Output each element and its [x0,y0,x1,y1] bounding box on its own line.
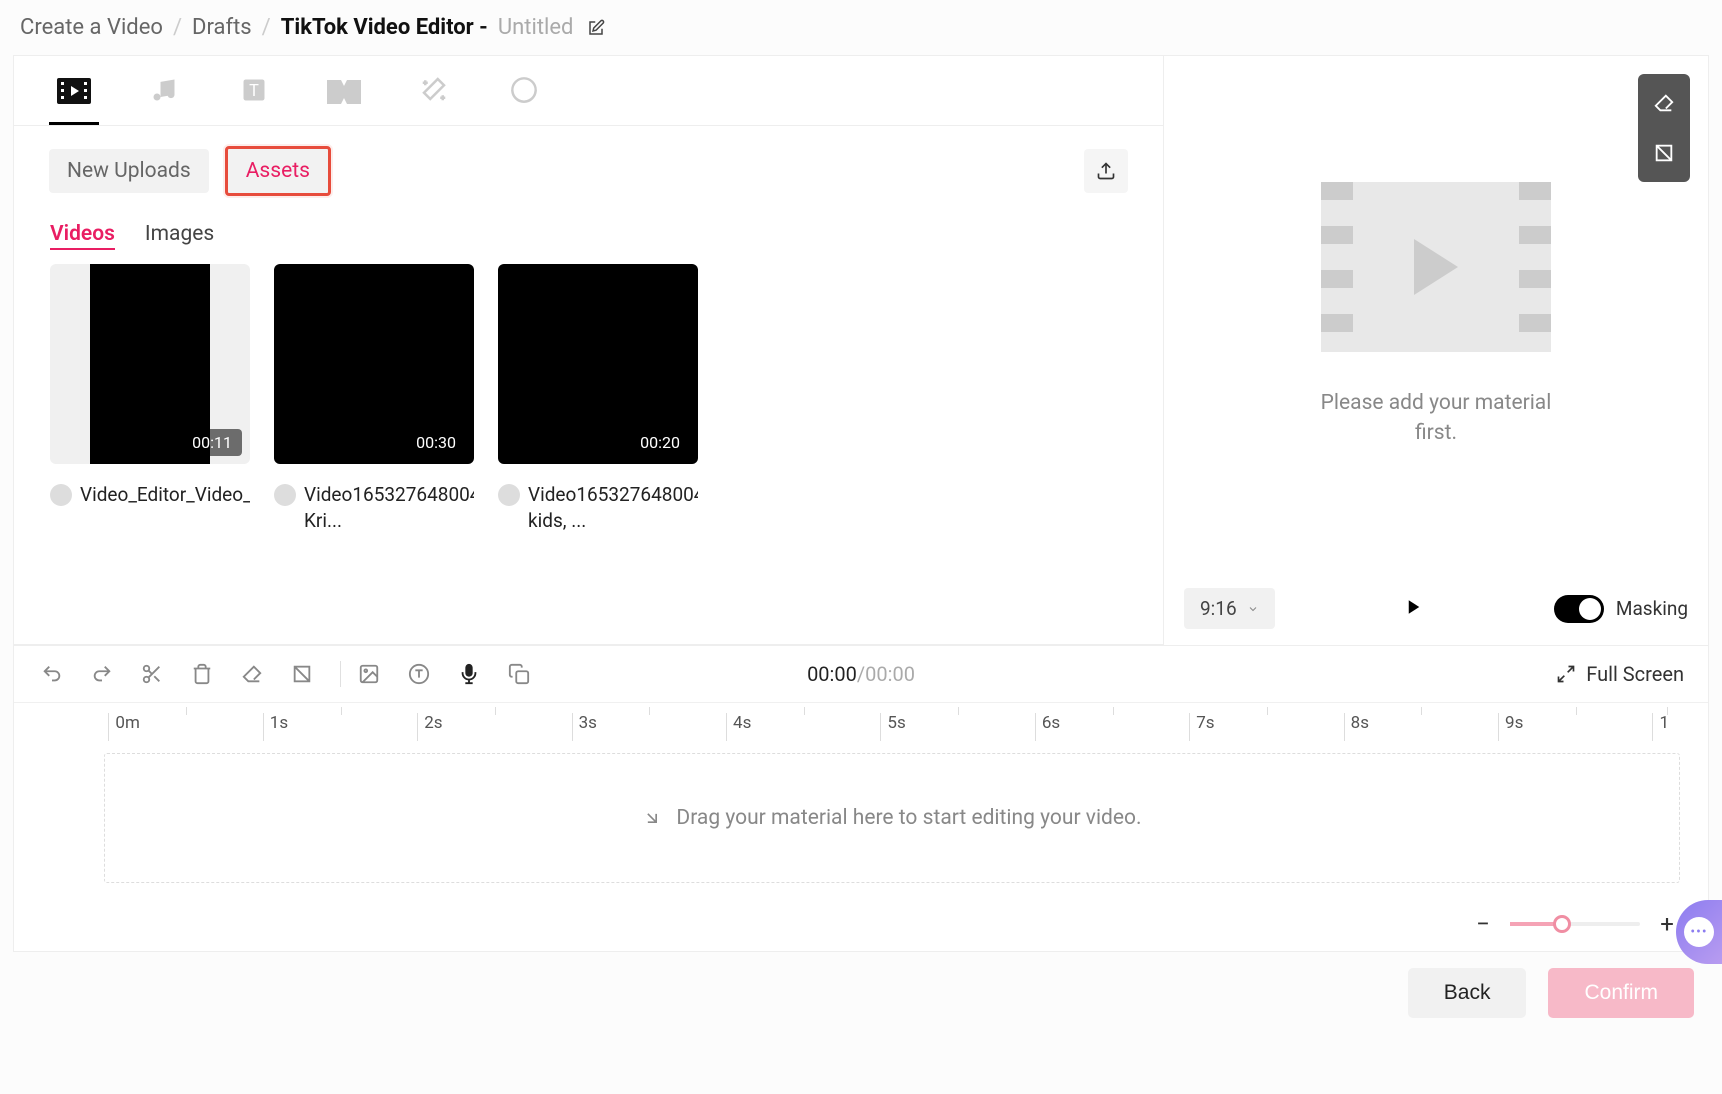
masking-label: Masking [1616,597,1688,620]
text-tool-button[interactable] [405,660,433,688]
breadcrumb-title: Untitled [498,15,574,40]
video-card[interactable]: 00:20 Video16532764800443_Happy, kids, .… [498,264,698,533]
play-icon [1414,239,1458,295]
video-name: Video_Editor_Video_47091_1653478... [80,482,250,508]
ruler-mark: 1 [1652,713,1680,741]
undo-button[interactable] [38,660,66,688]
video-name: Video16532764800443_Happy, kids, ... [528,482,698,533]
video-grid: 00:11 Video_Editor_Video_47091_1653478..… [14,264,1163,533]
preview-panel: Please add your material first. 9:16 Mas… [1164,55,1709,645]
ruler-mark: 4s [726,713,880,741]
tab-video[interactable] [49,78,99,125]
tab-text[interactable]: T [229,76,279,125]
fullscreen-button[interactable]: Full Screen [1556,662,1684,686]
tab-assets[interactable]: Assets [225,146,331,196]
chevron-down-icon [1247,603,1259,615]
play-button[interactable] [1405,598,1423,620]
ruler-mark: 6s [1035,713,1189,741]
tab-stickers[interactable] [499,76,549,125]
time-display: 00:00/00:00 [807,662,915,686]
confirm-button[interactable]: Confirm [1548,968,1694,1018]
mic-button[interactable] [455,660,483,688]
timeline-ruler: 0m 1s 2s 3s 4s 5s 6s 7s 8s 9s 1 [14,703,1708,741]
breadcrumb: Create a Video / Drafts / TikTok Video E… [0,0,1722,55]
zoom-slider[interactable] [1510,922,1640,926]
toolbar-divider [340,661,341,687]
masking-toggle[interactable] [1554,595,1604,623]
download-icon[interactable] [50,484,72,506]
tab-videos[interactable]: Videos [50,222,115,250]
assets-panel: T New Uploads Assets Videos Images [13,55,1164,645]
asset-type-tabs: T [14,56,1163,126]
upload-button[interactable] [1084,149,1128,193]
video-card[interactable]: 00:30 Video16532764800476_Ringkiting Kri… [274,264,474,533]
ruler-mark: 9s [1498,713,1652,741]
footer-buttons: Back Confirm [0,952,1722,1034]
media-tabs: Videos Images [14,216,1163,264]
preview-empty-message: Please add your material first. [1321,388,1552,449]
media-button[interactable] [355,660,383,688]
edit-icon[interactable] [587,19,605,37]
ruler-mark: 2s [417,713,571,741]
tab-transition[interactable] [319,80,369,125]
breadcrumb-editor: TikTok Video Editor - [281,15,488,40]
video-card[interactable]: 00:11 Video_Editor_Video_47091_1653478..… [50,264,250,533]
ruler-mark: 8s [1344,713,1498,741]
crop-icon[interactable] [1653,142,1675,164]
download-icon[interactable] [498,484,520,506]
redo-button[interactable] [88,660,116,688]
breadcrumb-sep: / [173,15,182,40]
breadcrumb-drafts[interactable]: Drafts [192,15,252,40]
svg-text:T: T [249,81,259,100]
breadcrumb-create[interactable]: Create a Video [20,15,163,40]
eraser-icon[interactable] [1653,92,1675,114]
timeline-drop-zone[interactable]: Drag your material here to start editing… [104,753,1680,883]
crop-tool-button[interactable] [288,660,316,688]
video-duration: 00:11 [182,429,242,456]
copy-button[interactable] [505,660,533,688]
video-duration: 00:20 [630,429,690,456]
preview-side-tools [1638,74,1690,182]
timeline-section: 00:00/00:00 Full Screen 0m 1s 2s 3s 4s 5… [13,645,1709,952]
delete-button[interactable] [188,660,216,688]
ruler-mark: 3s [572,713,726,741]
tab-new-uploads[interactable]: New Uploads [49,149,209,193]
cut-button[interactable] [138,660,166,688]
ruler-mark: 0m [108,713,262,741]
video-name: Video16532764800476_Ringkiting Kri... [304,482,474,533]
back-button[interactable]: Back [1408,968,1527,1018]
ruler-mark: 1s [263,713,417,741]
zoom-controls: − + [14,911,1708,951]
zoom-out-button[interactable]: − [1470,911,1496,937]
preview-placeholder [1321,182,1551,352]
ruler-mark: 7s [1189,713,1343,741]
download-icon[interactable] [274,484,296,506]
video-duration: 00:30 [406,429,466,456]
upload-row: New Uploads Assets [14,126,1163,216]
timeline-toolbar: 00:00/00:00 Full Screen [14,646,1708,703]
erase-button[interactable] [238,660,266,688]
breadcrumb-sep: / [262,15,271,40]
tab-images[interactable]: Images [145,222,214,250]
tab-audio[interactable] [139,76,189,125]
ruler-mark: 5s [880,713,1034,741]
tab-effects[interactable] [409,74,459,125]
arrow-down-right-icon [642,808,662,828]
aspect-ratio-dropdown[interactable]: 9:16 [1184,588,1275,629]
